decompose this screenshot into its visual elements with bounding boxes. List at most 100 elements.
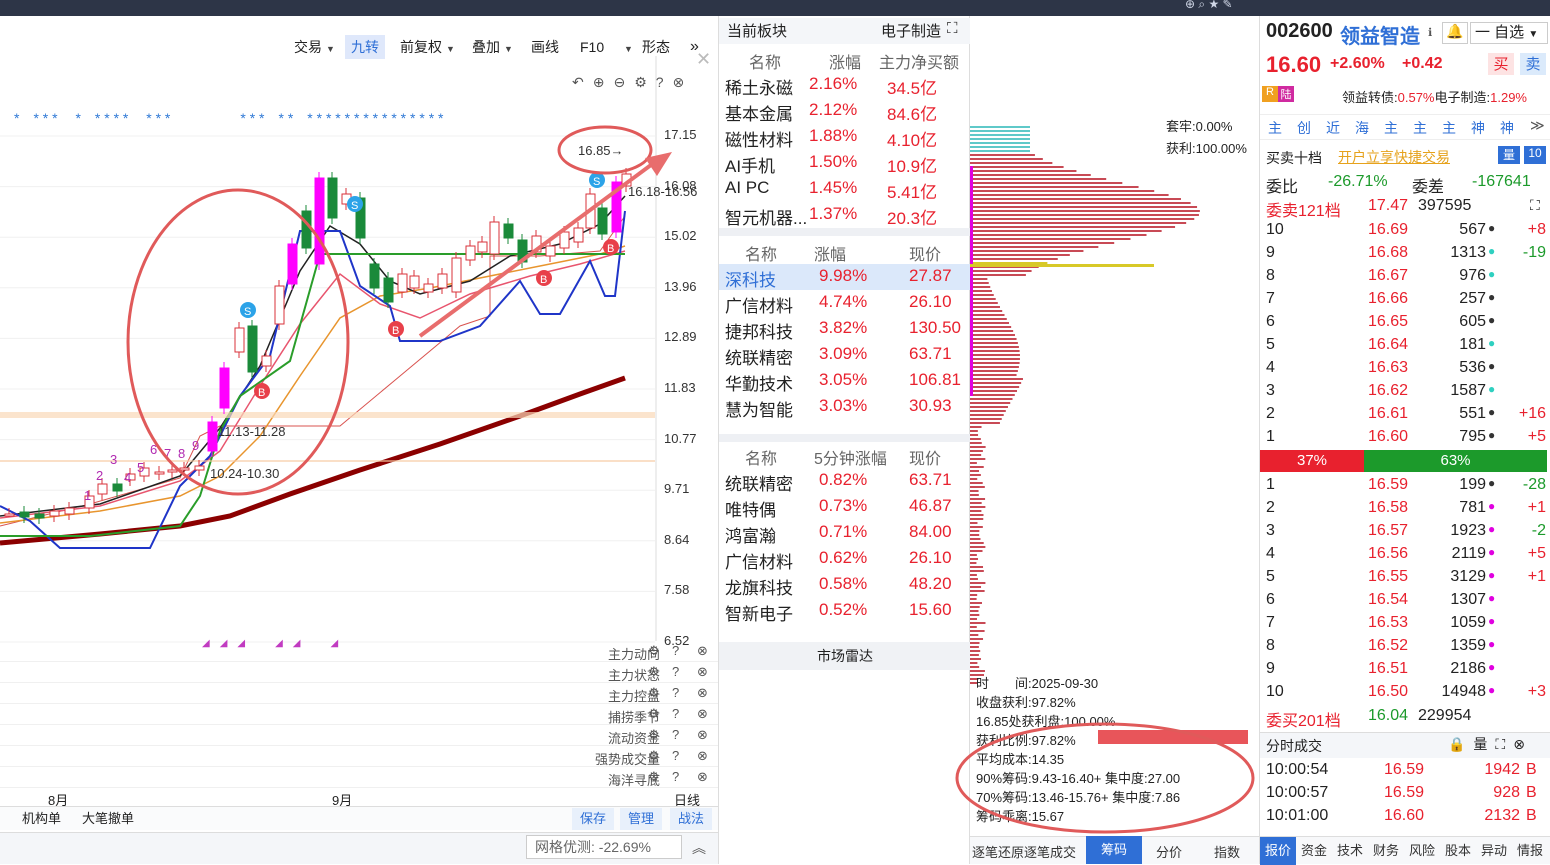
chip-histogram[interactable]	[970, 126, 1260, 686]
strategy-button[interactable]: 战法	[670, 808, 712, 830]
bell-icon[interactable]: 🔔	[1442, 22, 1468, 44]
collapse-icon[interactable]: ︽	[692, 838, 706, 858]
info-icon[interactable]: ℹ	[1428, 26, 1432, 39]
bond-label[interactable]: 领益转债:	[1342, 90, 1398, 105]
order-book-row[interactable]: 7 16.53 1059 ●	[1260, 613, 1550, 636]
close-icon[interactable]: ⊗	[697, 769, 708, 785]
order-book-row[interactable]: 1 16.59 199 ● -28	[1260, 475, 1550, 498]
order-book-row[interactable]: 2 16.61 551 ● +16	[1260, 404, 1550, 427]
table-row[interactable]: 基本金属 2.12% 84.6亿	[719, 98, 971, 124]
indicator-row[interactable]: 主力控盘 ⚙? ⊗	[0, 683, 718, 704]
tab-3[interactable]: 财务	[1368, 837, 1404, 865]
table-row[interactable]: 慧为智能 3.03% 30.93	[719, 394, 971, 420]
tab-7[interactable]: 情报	[1512, 837, 1548, 865]
indicator-row[interactable]: 强势成交量 ⚙? ⊗	[0, 746, 718, 767]
fullscreen-icon[interactable]: ⛶	[947, 20, 958, 37]
shortcut-item[interactable]: 主	[1442, 118, 1456, 138]
column-header[interactable]: 涨幅	[814, 241, 846, 265]
table-row[interactable]: 智新电子 0.52% 15.60	[719, 598, 971, 624]
gear-icon[interactable]: ⚙	[648, 706, 660, 722]
buy-button[interactable]: 买	[1488, 53, 1514, 75]
table-row[interactable]: 捷邦科技 3.82% 130.50	[719, 316, 971, 342]
row-name[interactable]: 唯特偶	[725, 496, 776, 521]
help-icon[interactable]: ?	[672, 727, 679, 742]
order-book-row[interactable]: 5 16.64 181 ●	[1260, 335, 1550, 358]
table-row[interactable]: 广信材料 0.62% 26.10	[719, 546, 971, 572]
close-icon[interactable]: ⊗	[697, 664, 708, 680]
table-row[interactable]: AI PC 1.45% 5.41亿	[719, 176, 971, 202]
table-row[interactable]: 统联精密 3.09% 63.71	[719, 342, 971, 368]
window-control-icon[interactable]: ⊕ ⌕ ★ ✎	[1185, 0, 1233, 12]
tab-1[interactable]: 资金	[1296, 837, 1332, 865]
column-header[interactable]: 主力净买额	[879, 49, 959, 73]
shortcut-item[interactable]: 海	[1355, 118, 1369, 138]
row-name[interactable]: AI PC	[725, 178, 769, 198]
table-row[interactable]: 广信材料 4.74% 26.10	[719, 290, 971, 316]
order-book-row[interactable]: 9 16.51 2186 ●	[1260, 659, 1550, 682]
watchlist-button[interactable]: 一 自选 ▼	[1470, 22, 1548, 44]
sell-button[interactable]: 卖	[1520, 53, 1546, 75]
help-icon[interactable]: ?	[672, 706, 679, 721]
gear-icon[interactable]: ⚙	[648, 643, 660, 659]
order-book-row[interactable]: 10 16.69 567 ● +8	[1260, 220, 1550, 243]
close-icon[interactable]: ⊗	[697, 643, 708, 659]
indicator-row[interactable]: 海洋寻底 ⚙? ⊗	[0, 767, 718, 788]
order-book-row[interactable]: 3 16.62 1587 ●	[1260, 381, 1550, 404]
tab-tick-restore[interactable]: 逐笔还原逐笔成交	[972, 842, 1076, 861]
tab-big-cancel[interactable]: 大笔撤单	[74, 808, 142, 830]
order-book-row[interactable]: 4 16.56 2119 ● +5	[1260, 544, 1550, 567]
order-book-row[interactable]: 8 16.52 1359 ●	[1260, 636, 1550, 659]
expand-book-icon[interactable]: ⛶	[1530, 197, 1540, 214]
row-name[interactable]: 广信材料	[725, 548, 793, 573]
help-icon[interactable]: ?	[672, 643, 679, 658]
tab-0[interactable]: 报价	[1260, 837, 1296, 865]
sector-name[interactable]: 电子制造	[881, 20, 941, 41]
order-book-row[interactable]: 10 16.50 14948 ● +3	[1260, 682, 1550, 705]
tab-price-dist[interactable]: 分价	[1156, 842, 1182, 861]
market-radar[interactable]: 市场雷达	[719, 642, 971, 670]
order-book-row[interactable]: 9 16.68 1313 ● -19	[1260, 243, 1550, 266]
shortcut-item[interactable]: 近	[1326, 118, 1340, 138]
order-book-row[interactable]: 8 16.67 976 ●	[1260, 266, 1550, 289]
gear-icon[interactable]: ⚙	[648, 685, 660, 701]
help-icon[interactable]: ?	[672, 664, 679, 679]
table-row[interactable]: 统联精密 0.82% 63.71	[719, 468, 971, 494]
row-name[interactable]: 统联精密	[725, 470, 793, 495]
help-icon[interactable]: ?	[672, 748, 679, 763]
stock-name[interactable]: 领益智造	[1340, 20, 1420, 49]
tab-6[interactable]: 异动	[1476, 837, 1512, 865]
table-row[interactable]: 稀土永磁 2.16% 34.5亿	[719, 72, 971, 98]
level-ten-icon[interactable]: 10	[1524, 146, 1546, 164]
row-name[interactable]: 智元机器...	[725, 204, 807, 229]
row-name[interactable]: 稀土永磁	[725, 74, 793, 99]
row-name[interactable]: 捷邦科技	[725, 318, 793, 343]
row-name[interactable]: 广信材料	[725, 292, 793, 317]
column-header[interactable]: 名称	[745, 241, 777, 265]
order-book-row[interactable]: 6 16.54 1307 ●	[1260, 590, 1550, 613]
table-row[interactable]: AI手机 1.50% 10.9亿	[719, 150, 971, 176]
save-button[interactable]: 保存	[572, 808, 614, 830]
gear-icon[interactable]: ⚙	[648, 748, 660, 764]
grid-optimize[interactable]: 网格优测: -22.69%	[526, 835, 682, 859]
column-header[interactable]: 现价	[909, 241, 941, 265]
close-icon[interactable]: ⊗	[697, 685, 708, 701]
column-header[interactable]: 涨幅	[829, 49, 861, 73]
expand-icon[interactable]: ≫	[1530, 117, 1545, 134]
order-book-row[interactable]: 2 16.58 781 ● +1	[1260, 498, 1550, 521]
gear-icon[interactable]: ⚙	[648, 664, 660, 680]
tab-index[interactable]: 指数	[1214, 842, 1240, 861]
tick-tool-icons[interactable]: 🔒量⛶⊗	[1448, 734, 1533, 754]
column-header[interactable]: 5分钟涨幅	[814, 445, 887, 469]
close-icon[interactable]: ⊗	[697, 748, 708, 764]
row-name[interactable]: 鸿富瀚	[725, 522, 776, 547]
table-row[interactable]: 华勤技术 3.05% 106.81	[719, 368, 971, 394]
gear-icon[interactable]: ⚙	[648, 769, 660, 785]
manage-button[interactable]: 管理	[620, 808, 662, 830]
help-icon[interactable]: ?	[672, 769, 679, 784]
row-name[interactable]: 统联精密	[725, 344, 793, 369]
tab-institution[interactable]: 机构单	[14, 808, 69, 830]
column-header[interactable]: 名称	[745, 445, 777, 469]
table-row[interactable]: 唯特偶 0.73% 46.87	[719, 494, 971, 520]
close-icon[interactable]: ⊗	[697, 727, 708, 743]
close-icon[interactable]: ⊗	[697, 706, 708, 722]
